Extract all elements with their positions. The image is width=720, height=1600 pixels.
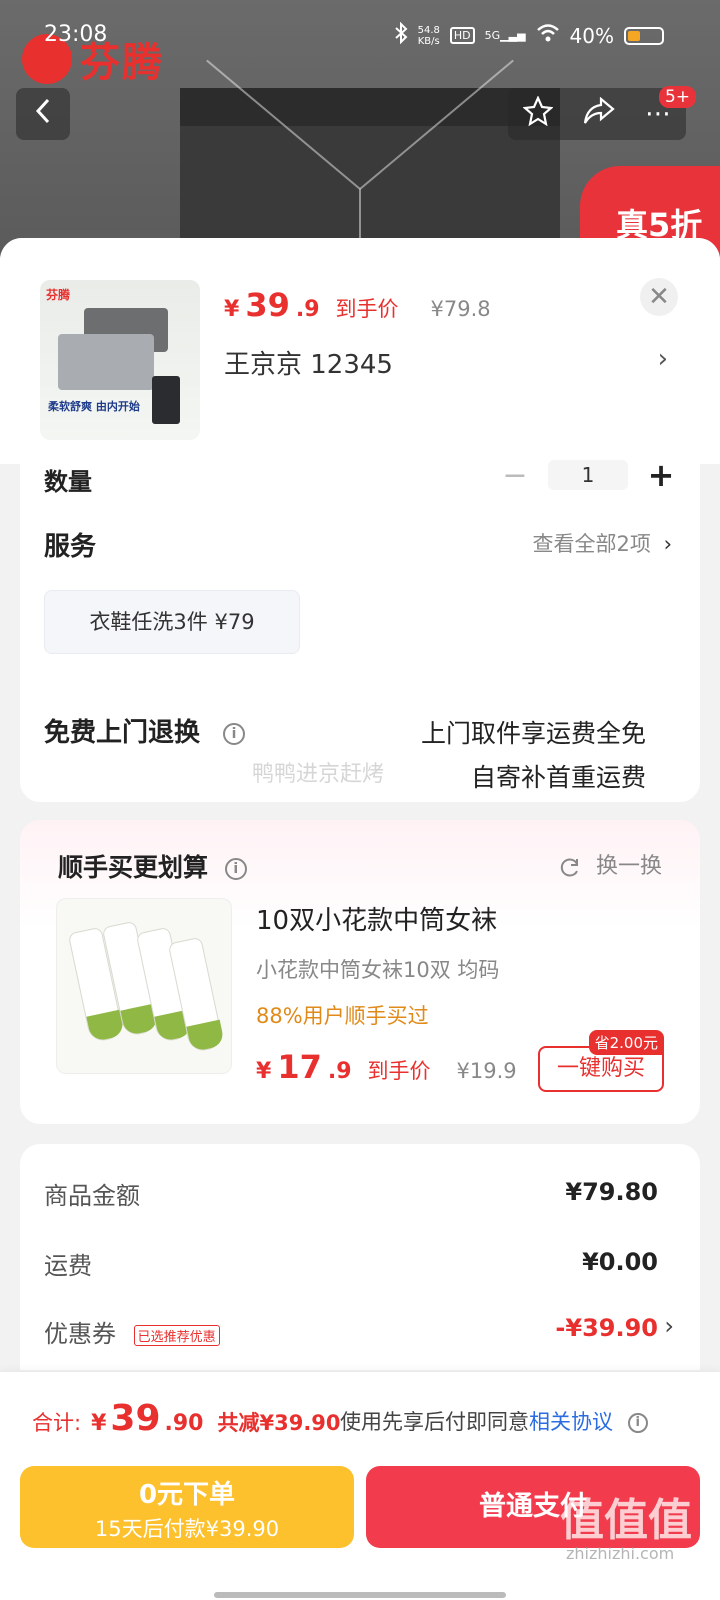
price-currency: ¥ [224, 297, 240, 322]
chevron-right-icon: › [663, 532, 672, 556]
total-integer: 39 [110, 1398, 161, 1439]
addon-title: 顺手买更划算 i [58, 848, 247, 884]
status-icons: 54.8 KB/s HD 5G▁▃▅ 40% [394, 21, 664, 49]
addon-product-name[interactable]: 10双小花款中筒女袜 [256, 900, 497, 937]
wifi-icon [536, 23, 560, 48]
goods-amount-value: ¥79.80 [565, 1178, 658, 1206]
price-decimal: .9 [295, 297, 320, 322]
total-decimal: .90 [164, 1411, 204, 1436]
price-summary-card: 商品金额 ¥79.80 运费 ¥0.00 优惠券 已选推荐优惠 -¥39.90 … [20, 1144, 700, 1370]
thumb-brand-logo: 芬腾 [46, 288, 71, 302]
watermark-overlay-text: 鸭鸭进京赶烤 [252, 762, 385, 787]
refresh-icon [559, 854, 588, 879]
swap-label: 换一换 [595, 854, 662, 879]
info-icon[interactable]: i [224, 858, 247, 880]
addon-price: ¥17.9 到手价 ¥19.9 [256, 1048, 517, 1086]
options-card: 数量 − 1 + 服务 查看全部2项 › 衣鞋任洗3件 ¥79 免费上门退换 i… [20, 456, 700, 802]
return-self-ship-text: 自寄补首重运费 [470, 763, 646, 792]
status-bar: 23:08 54.8 KB/s HD 5G▁▃▅ 40% [0, 20, 720, 56]
shipping-address[interactable]: 王京京 12345 [224, 344, 393, 381]
service-option-chip[interactable]: 衣鞋任洗3件 ¥79 [44, 590, 300, 654]
thumb-underwear-light [58, 334, 154, 390]
addon-price-label: 到手价 [367, 1059, 431, 1083]
quantity-increase-button[interactable]: + [646, 456, 676, 494]
battery-percent: 40% [569, 23, 614, 48]
agreement-prefix: 使用先享后付即同意 [340, 1410, 529, 1434]
net-speed: 54.8 KB/s [418, 25, 440, 47]
price-integer: 39 [245, 286, 290, 324]
close-icon: ✕ [648, 282, 670, 312]
buy-now-pay-later-button[interactable]: 0元下单 15天后付款¥39.90 [20, 1466, 354, 1548]
service-view-all-link[interactable]: 查看全部2项 › [533, 528, 672, 558]
agreement-text: 使用先享后付即同意相关协议 i [340, 1406, 648, 1436]
sock-toe [186, 1019, 226, 1053]
chevron-right-icon[interactable]: › [658, 344, 668, 374]
addon-price-decimal: .9 [327, 1059, 352, 1084]
quantity-value[interactable]: 1 [548, 460, 628, 490]
free-return-label: 免费上门退换 [44, 718, 201, 748]
signal-label: 5G [484, 29, 501, 42]
swap-button[interactable]: 换一换 [559, 848, 662, 880]
addon-card: 顺手买更划算 i 换一换 10双小花款中筒女袜 小花款中筒女袜10双 均码 88… [20, 820, 700, 1124]
close-button[interactable]: ✕ [640, 278, 678, 316]
coupon-recommended-tag: 已选推荐优惠 [133, 1324, 220, 1346]
addon-social-proof: 88%用户顺手买过 [256, 1004, 429, 1028]
checkout-footer: 合计: ¥39.90 共减¥39.90 使用先享后付即同意相关协议 i 0元下单… [0, 1372, 720, 1600]
signal-icon: 5G▁▃▅ [484, 29, 526, 42]
service-title: 服务 [44, 532, 97, 562]
service-view-all-label: 查看全部2项 [532, 532, 651, 556]
quantity-stepper: − 1 + [500, 456, 676, 494]
hd-icon: HD [449, 27, 475, 44]
thumb-package [152, 376, 180, 424]
message-badge: 5+ [658, 86, 696, 108]
addon-product-image[interactable] [56, 898, 232, 1074]
return-pickup-text: 上门取件享运费全免 [420, 719, 646, 748]
addon-price-currency: ¥ [256, 1059, 272, 1084]
total-label: 合计: [32, 1411, 82, 1435]
product-price: ¥39.9 到手价 ¥79.8 [224, 286, 491, 324]
coupon-label: 优惠券 [44, 1320, 116, 1348]
savings-badge: 省2.00元 [588, 1030, 664, 1055]
addon-original-price: ¥19.9 [456, 1059, 517, 1083]
info-icon[interactable]: i [223, 722, 246, 745]
bnpl-sub-label: 15天后付款¥39.90 [94, 1517, 280, 1541]
addon-title-label: 顺手买更划算 [58, 853, 209, 882]
battery-icon [624, 26, 664, 45]
shipping-fee-value: ¥0.00 [582, 1248, 658, 1276]
share-icon[interactable] [583, 96, 615, 132]
price-label: 到手价 [335, 297, 399, 321]
net-speed-unit: KB/s [417, 35, 440, 47]
total-currency: ¥ [91, 1411, 107, 1436]
free-return-title: 免费上门退换 i [44, 712, 246, 749]
addon-product-spec: 小花款中筒女袜10双 均码 [256, 958, 500, 982]
info-icon[interactable]: i [627, 1413, 648, 1433]
order-total: 合计: ¥39.90 共减¥39.90 [32, 1398, 341, 1439]
quantity-label: 数量 [44, 468, 92, 496]
status-time: 23:08 [44, 22, 108, 47]
net-speed-value: 54.8 [417, 24, 440, 36]
original-price: ¥79.8 [430, 297, 491, 321]
chevron-left-icon [35, 98, 51, 131]
quantity-decrease-button[interactable]: − [500, 458, 530, 493]
total-discount: 共减¥39.90 [217, 1411, 341, 1435]
bnpl-main-label: 0元下单 [138, 1480, 236, 1510]
star-icon[interactable] [522, 94, 554, 133]
thumb-caption: 柔软舒爽 由内开始 [48, 400, 140, 413]
product-thumbnail[interactable]: 芬腾 柔软舒爽 由内开始 [40, 280, 200, 440]
agreement-link[interactable]: 相关协议 [529, 1410, 613, 1434]
bluetooth-icon [394, 21, 408, 49]
normal-pay-button[interactable]: 普通支付 [366, 1466, 700, 1548]
chevron-right-icon[interactable]: › [664, 1312, 674, 1340]
sheet-product-header: 芬腾 柔软舒爽 由内开始 ¥39.9 到手价 ¥79.8 ✕ 王京京 12345… [0, 238, 720, 464]
addon-price-integer: 17 [277, 1048, 322, 1086]
home-indicator[interactable] [214, 1592, 506, 1598]
back-button[interactable] [16, 88, 70, 140]
coupon-value: -¥39.90 [555, 1314, 658, 1342]
